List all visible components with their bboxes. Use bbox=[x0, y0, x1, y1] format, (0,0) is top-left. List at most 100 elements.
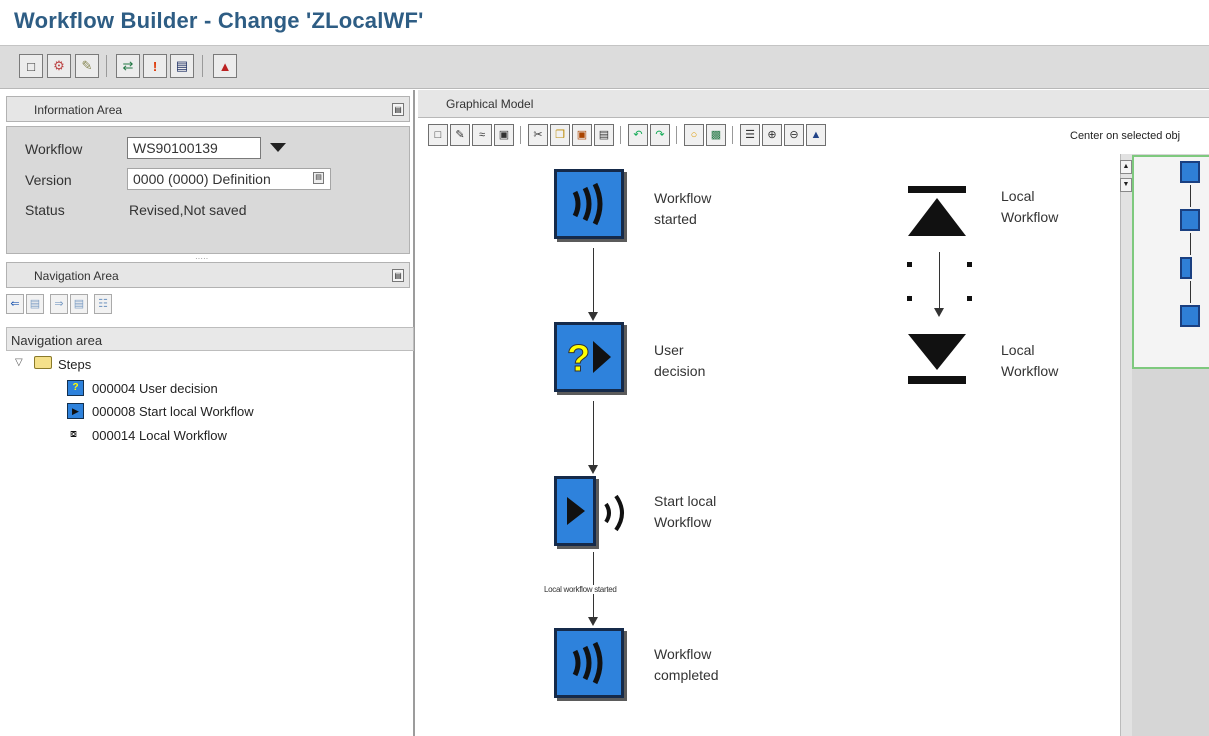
back-icon[interactable]: ⇐ bbox=[6, 294, 24, 314]
print-icon[interactable]: ▲ bbox=[806, 124, 826, 146]
zoom-in-icon[interactable]: ⊕ bbox=[762, 124, 782, 146]
workflow-started-icon bbox=[572, 182, 603, 226]
cut-icon[interactable]: ✂ bbox=[528, 124, 548, 146]
window-title: Workflow Builder - Change 'ZLocalWF' bbox=[14, 8, 424, 33]
forward-icon[interactable]: ⇒ bbox=[50, 294, 68, 314]
new-doc-icon[interactable]: □ bbox=[19, 54, 43, 78]
tree-item-label: 000004 User decision bbox=[92, 381, 218, 396]
rename-icon[interactable]: ≈ bbox=[472, 124, 492, 146]
display-icon[interactable]: ▤ bbox=[170, 54, 194, 78]
connector-line bbox=[593, 401, 594, 471]
status-label: Status bbox=[25, 202, 65, 218]
tree-item-label: 000008 Start local Workflow bbox=[92, 404, 254, 419]
paste-icon[interactable]: ▣ bbox=[572, 124, 592, 146]
wave-icon bbox=[604, 494, 624, 532]
back-history-icon[interactable]: ▤ bbox=[26, 294, 44, 314]
overview-node bbox=[1180, 305, 1200, 327]
scroll-up-icon[interactable]: ▲ bbox=[1120, 160, 1132, 174]
folder-icon bbox=[34, 356, 52, 369]
user-decision-icon: ? bbox=[567, 338, 611, 381]
redo-icon[interactable]: ↷ bbox=[650, 124, 670, 146]
node-label-line: Start local bbox=[654, 493, 717, 509]
activate-icon[interactable]: ▩ bbox=[706, 124, 726, 146]
block-marker bbox=[907, 296, 912, 301]
node-label-line: started bbox=[654, 211, 697, 227]
start-local-workflow-icon: ▶ bbox=[67, 403, 84, 419]
block-marker bbox=[907, 262, 912, 267]
toolbar-separator bbox=[620, 126, 621, 144]
overview-node bbox=[1180, 209, 1200, 231]
navigation-area-title: Navigation Area bbox=[34, 269, 119, 283]
node-label-line: completed bbox=[654, 667, 719, 683]
information-area-header: Information Area ▤ bbox=[6, 96, 410, 122]
navigation-toolbar: ⇐ ▤ ⇒ ▤ ☷ bbox=[6, 290, 410, 324]
tree-view-icon[interactable]: ☷ bbox=[94, 294, 112, 314]
properties-icon[interactable]: ⚙ bbox=[47, 54, 71, 78]
pencil-icon[interactable]: ✎ bbox=[450, 124, 470, 146]
tree-root-label: Steps bbox=[58, 357, 92, 372]
overview-viewport[interactable] bbox=[1132, 155, 1209, 369]
scroll-down-icon[interactable]: ▼ bbox=[1120, 178, 1132, 192]
workflow-started-node[interactable] bbox=[554, 169, 624, 239]
collapse-icon[interactable]: ▤ bbox=[392, 103, 404, 116]
binding-icon[interactable]: ⇄ bbox=[116, 54, 140, 78]
workflow-label: Workflow bbox=[25, 141, 83, 157]
toolbar-separator bbox=[202, 55, 203, 77]
arrowhead bbox=[934, 308, 944, 317]
node-label: Local Workflow bbox=[1001, 186, 1058, 228]
node-label-line: Local bbox=[1001, 188, 1035, 204]
node-label-line: Workflow bbox=[1001, 209, 1059, 225]
start-local-workflow-node[interactable] bbox=[554, 476, 596, 546]
graphical-model-toolbar: □ ✎ ≈ ▣ ✂ ❐ ▣ ▤ ↶ ↷ ○ ▩ ☰ ⊕ ⊖ ▲ Center o… bbox=[418, 118, 1209, 154]
wizard-icon[interactable]: ▲ bbox=[213, 54, 237, 78]
check-icon[interactable]: ○ bbox=[684, 124, 704, 146]
undo-icon[interactable]: ↶ bbox=[628, 124, 648, 146]
graphical-model-canvas[interactable]: Workflow started ? User decision Start l… bbox=[418, 154, 1128, 736]
workflow-dropdown-icon[interactable] bbox=[270, 143, 286, 152]
node-label-line: User bbox=[654, 342, 684, 358]
zoom-out-icon[interactable]: ⊖ bbox=[784, 124, 804, 146]
node-label-line: Workflow bbox=[1001, 363, 1059, 379]
workflow-completed-node[interactable] bbox=[554, 628, 624, 698]
vertical-scrollbar[interactable] bbox=[1120, 154, 1132, 736]
navigation-area-header: Navigation Area ▤ bbox=[6, 262, 410, 288]
copy-icon[interactable]: ❐ bbox=[550, 124, 570, 146]
paste-special-icon[interactable]: ▤ bbox=[594, 124, 614, 146]
center-on-selected-button[interactable]: Center on selected obj bbox=[1070, 130, 1180, 142]
version-field[interactable]: 0000 (0000) Definition bbox=[127, 168, 331, 190]
workflow-field[interactable]: WS90100139 bbox=[127, 137, 261, 159]
tree-item[interactable]: ? 000004 User decision bbox=[6, 377, 412, 401]
svg-text:?: ? bbox=[567, 338, 590, 380]
tree-item-label: 000014 Local Workflow bbox=[92, 428, 227, 443]
new-icon[interactable]: □ bbox=[428, 124, 448, 146]
node-label: Start local Workflow bbox=[654, 491, 716, 533]
tree-item[interactable]: ⧇ 000014 Local Workflow bbox=[6, 424, 412, 448]
layout-icon[interactable]: ☰ bbox=[740, 124, 760, 146]
warning-icon[interactable]: ! bbox=[143, 54, 167, 78]
forward-history-icon[interactable]: ▤ bbox=[70, 294, 88, 314]
workflow-completed-icon bbox=[572, 641, 603, 685]
node-label-line: Workflow bbox=[654, 514, 712, 530]
version-help-icon[interactable]: ▤ bbox=[313, 172, 324, 184]
navigation-tree-header: Navigation area bbox=[6, 327, 414, 351]
expand-arrow-icon[interactable]: ▽ bbox=[15, 357, 23, 368]
arrowhead bbox=[588, 312, 598, 321]
user-decision-node[interactable]: ? bbox=[554, 322, 624, 392]
block-marker bbox=[967, 262, 972, 267]
information-area-title: Information Area bbox=[34, 103, 123, 117]
connector-line bbox=[593, 248, 594, 318]
user-decision-icon: ? bbox=[67, 380, 84, 396]
node-label: User decision bbox=[654, 340, 705, 382]
delete-icon[interactable]: ▣ bbox=[494, 124, 514, 146]
node-label-line: Local bbox=[1001, 342, 1035, 358]
edit-icon[interactable]: ✎ bbox=[75, 54, 99, 78]
local-workflow-icon: ⧇ bbox=[70, 428, 77, 440]
tree-item[interactable]: ▶ 000008 Start local Workflow bbox=[6, 400, 412, 424]
tree-node-steps[interactable]: ▽ Steps bbox=[6, 353, 412, 377]
collapse-icon[interactable]: ▤ bbox=[392, 269, 404, 282]
overview-node bbox=[1180, 257, 1192, 279]
title-bar: Workflow Builder - Change 'ZLocalWF' bbox=[0, 0, 1209, 45]
toolbar-separator bbox=[106, 55, 107, 77]
edge-label: Local workflow started bbox=[544, 585, 617, 594]
node-label-line: Workflow bbox=[654, 190, 712, 206]
